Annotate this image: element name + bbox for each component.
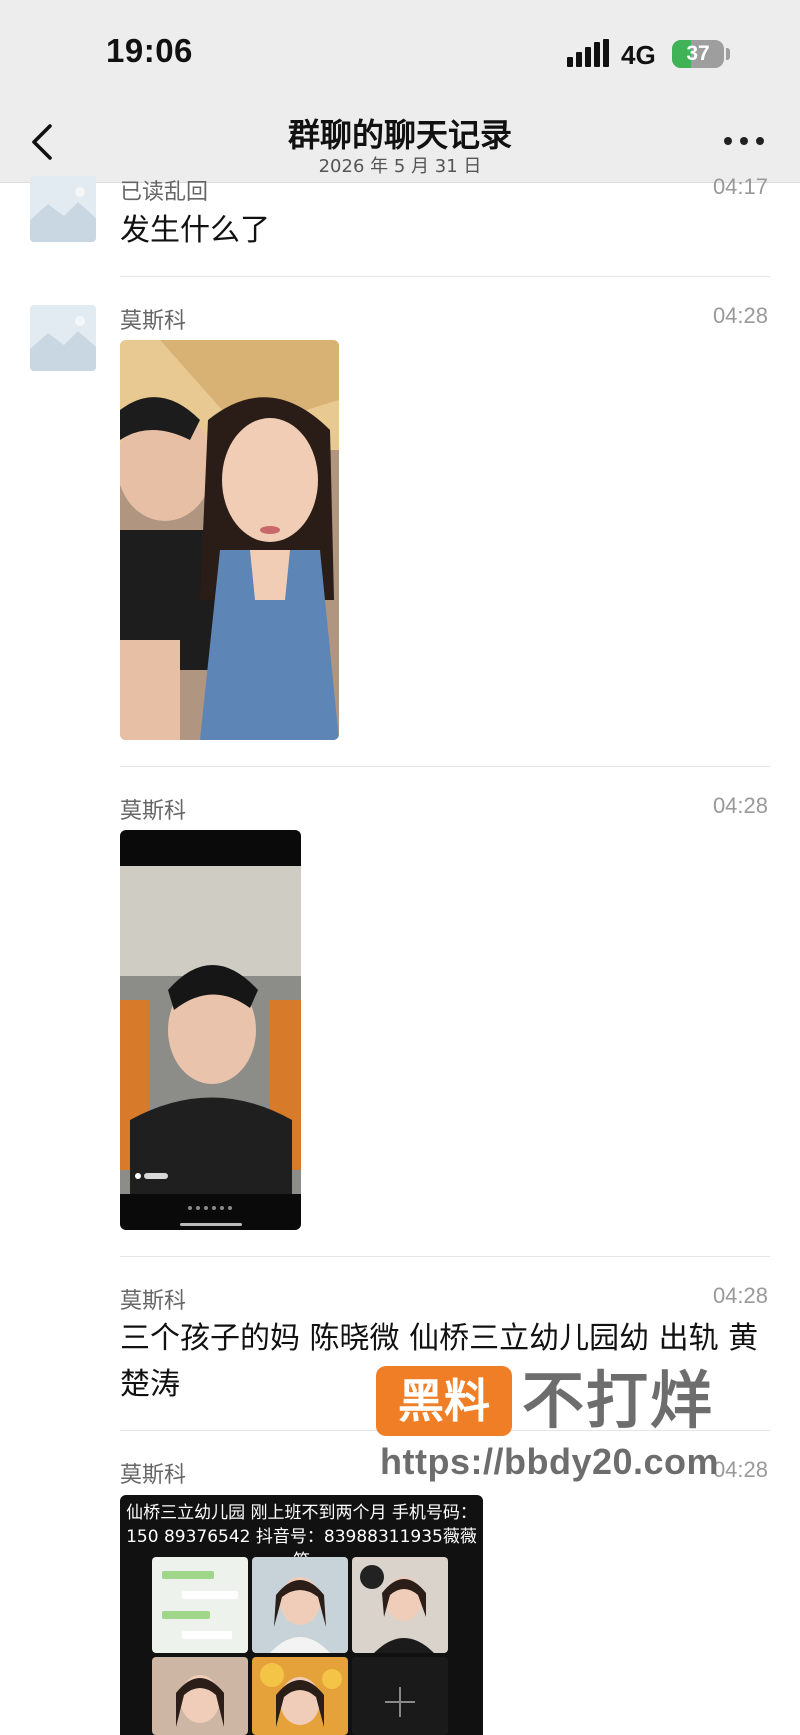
collage-thumb (152, 1657, 248, 1735)
plus-icon (385, 1687, 415, 1717)
collage-thumb (252, 1557, 348, 1653)
message-sender: 莫斯科 (120, 309, 187, 334)
watermark-logo: 黑料 (376, 1366, 512, 1436)
network-type: 4G (621, 40, 656, 70)
image-placeholder-icon (30, 176, 96, 242)
message-image[interactable] (120, 340, 339, 740)
message-time: 04:28 (712, 1283, 768, 1308)
couple-photo (120, 340, 339, 740)
add-photo-button[interactable] (352, 1657, 448, 1735)
battery-nub (726, 48, 730, 60)
message-sender: 莫斯科 (120, 1463, 187, 1488)
image-placeholder-icon (30, 305, 96, 371)
collage-thumb (352, 1557, 448, 1653)
message-time: 04:17 (712, 174, 768, 199)
message-divider (120, 766, 770, 767)
message-sender: 莫斯科 (120, 799, 187, 824)
nav-bar: 群聊的聊天记录 2026 年 5 月 31 日 (0, 100, 800, 183)
watermark-text: 不打烊 (522, 1364, 715, 1437)
avatar[interactable] (30, 305, 96, 371)
message-sender: 莫斯科 (120, 1289, 187, 1314)
video-thumbnail (120, 830, 301, 1230)
battery-percent: 37 (686, 42, 710, 65)
more-dots-icon (724, 137, 732, 145)
more-button[interactable] (720, 134, 770, 148)
collage-thumb (152, 1557, 248, 1653)
battery-icon: 37 (672, 40, 724, 68)
message-time: 04:28 (712, 303, 768, 328)
collage-thumb (252, 1657, 348, 1735)
message-time: 04:28 (712, 1457, 768, 1482)
message-sender: 已读乱回 (120, 180, 209, 205)
message-image[interactable]: 仙桥三立幼儿园 刚上班不到两个月 手机号码： 150 89376542 抖音号：… (120, 1495, 483, 1735)
status-time: 19:06 (106, 32, 193, 69)
message-time: 04:28 (712, 793, 768, 818)
avatar[interactable] (30, 176, 96, 242)
status-bar: 19:06 4G 37 (0, 0, 800, 100)
message-video[interactable] (120, 830, 301, 1230)
page-title: 群聊的聊天记录 (287, 116, 512, 154)
message-text[interactable]: 发生什么了 (120, 208, 760, 254)
message-divider (120, 276, 770, 277)
message-divider (120, 1256, 770, 1257)
signal-icon (567, 39, 609, 67)
watermark-url: https://bbdy20.com (380, 1441, 720, 1482)
